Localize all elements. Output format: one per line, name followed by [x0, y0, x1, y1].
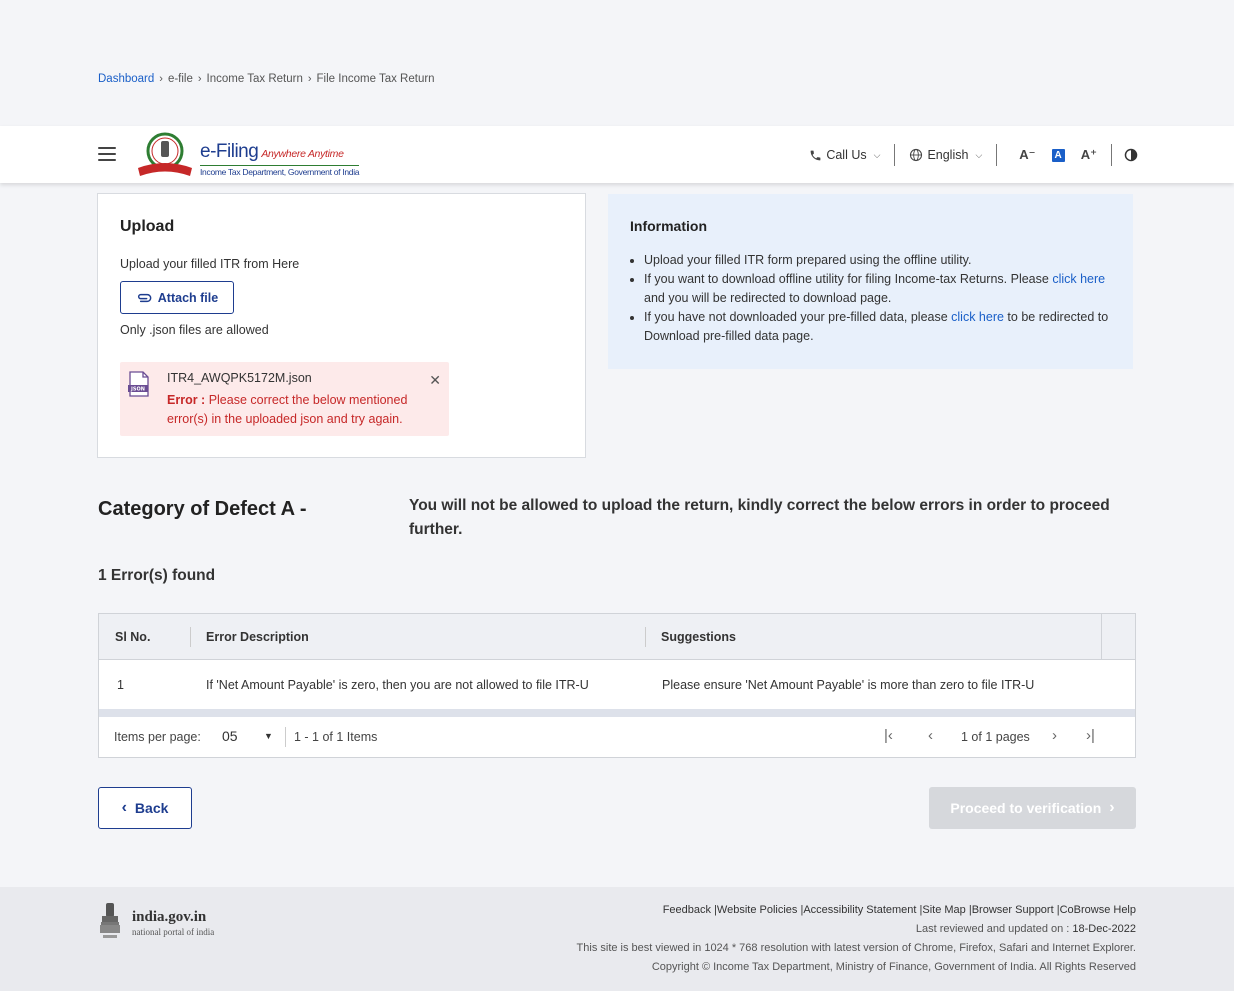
globe-icon: [910, 148, 923, 162]
national-emblem-icon: [100, 903, 120, 938]
proceed-label: Proceed to verification: [950, 800, 1102, 816]
logo-title: e-Filing Anywhere Anytime: [200, 141, 344, 162]
font-decrease-button[interactable]: A⁻: [1019, 147, 1035, 163]
info-item: Upload your filled ITR form prepared usi…: [644, 251, 1114, 270]
header-divider: [894, 144, 896, 166]
previous-page-icon[interactable]: ‹: [928, 727, 933, 744]
defect-category-title: Category of Defect A -: [98, 498, 307, 520]
upload-error-message: Error : Please correct the below mention…: [167, 393, 408, 426]
information-card: Information Upload your filled ITR form …: [608, 194, 1133, 369]
language-label: English: [927, 148, 969, 162]
table-pagination: Items per page: 05 ▼ 1 - 1 of 1 Items |‹…: [99, 717, 1135, 757]
contrast-icon[interactable]: [1124, 148, 1138, 162]
download-utility-link[interactable]: click here: [1052, 272, 1105, 286]
footer-links: Feedback |Website Policies |Accessibilit…: [662, 904, 1136, 916]
back-label: Back: [134, 800, 169, 816]
india-gov-logo[interactable]: india.gov.in national portal of india: [98, 901, 228, 941]
items-per-page-select[interactable]: 05: [222, 728, 238, 744]
footer-link-accessibility[interactable]: Accessibility Statement: [803, 904, 916, 916]
cell-sl-no: 1: [117, 678, 124, 692]
chevron-down-icon: ⌵: [975, 149, 983, 160]
india-gov-title: india.gov.in: [132, 909, 207, 925]
page-indicator: 1 of 1 pages: [961, 730, 1030, 744]
info-item: If you have not downloaded your pre-fill…: [644, 308, 1114, 346]
items-per-page-label: Items per page:: [114, 730, 201, 744]
breadcrumb-separator-icon: ›: [197, 73, 202, 85]
next-page-icon[interactable]: ›: [1052, 727, 1057, 744]
call-us-dropdown[interactable]: Call Us ⌵: [809, 148, 880, 162]
defect-message: You will not be allowed to upload the re…: [409, 497, 1110, 538]
footer-link-feedback[interactable]: Feedback: [663, 904, 711, 916]
breadcrumb-income-tax-return[interactable]: Income Tax Return: [207, 73, 303, 85]
back-button[interactable]: ‹ Back: [98, 787, 192, 829]
upload-title: Upload: [120, 218, 175, 235]
breadcrumb-efile[interactable]: e-file: [168, 73, 193, 85]
json-file-icon: JSON: [128, 371, 149, 397]
site-header: e-Filing Anywhere Anytime Income Tax Depa…: [0, 126, 1234, 183]
file-type-note: Only .json files are allowed: [120, 323, 269, 337]
language-dropdown[interactable]: English ⌵: [909, 148, 982, 162]
logo-subtitle: Income Tax Department, Government of Ind…: [200, 165, 360, 177]
first-page-icon[interactable]: |‹: [884, 727, 893, 744]
last-reviewed: Last reviewed and updated on : 18-Dec-20…: [915, 923, 1136, 935]
svg-text:JSON: JSON: [130, 387, 145, 393]
proceed-to-verification-button[interactable]: Proceed to verification ›: [929, 787, 1136, 829]
site-footer: india.gov.in national portal of india Fe…: [0, 887, 1234, 991]
footer-link-browser-support[interactable]: Browser Support: [972, 904, 1054, 916]
hamburger-menu-icon[interactable]: [98, 147, 116, 161]
header-divider: [1111, 144, 1112, 166]
chevron-right-icon: ›: [1109, 799, 1115, 816]
items-range: 1 - 1 of 1 Items: [294, 730, 378, 744]
information-title: Information: [630, 218, 707, 234]
header-divider: [996, 144, 998, 166]
footer-link-website-policies[interactable]: Website Policies: [717, 904, 798, 916]
chevron-left-icon: ‹: [121, 799, 127, 816]
close-icon[interactable]: ✕: [429, 372, 441, 389]
breadcrumb-current: File Income Tax Return: [316, 73, 435, 85]
attach-file-label: Attach file: [157, 290, 219, 305]
errors-table: Sl No. Error Description Suggestions 1 I…: [98, 613, 1136, 758]
upload-card: Upload Upload your filled ITR from Here …: [97, 193, 586, 458]
font-increase-button[interactable]: A⁺: [1081, 147, 1097, 163]
best-viewed-note: This site is best viewed in 1024 * 768 r…: [576, 942, 1136, 954]
breadcrumb-separator-icon: ›: [159, 73, 163, 85]
column-divider: [645, 627, 646, 647]
footer-link-cobrowse-help[interactable]: CoBrowse Help: [1060, 904, 1136, 916]
column-header-error-description: Error Description: [206, 630, 309, 644]
caret-down-icon[interactable]: ▼: [264, 731, 273, 741]
cell-suggestion: Please ensure 'Net Amount Payable' is mo…: [662, 678, 1035, 692]
table-header-filler: [1101, 614, 1135, 660]
call-us-label: Call Us: [826, 148, 867, 162]
font-normal-button[interactable]: A: [1051, 148, 1065, 162]
column-header-sl-no: Sl No.: [115, 630, 151, 644]
india-gov-subtitle: national portal of india: [132, 927, 215, 937]
information-list: Upload your filled ITR form prepared usi…: [644, 251, 1114, 346]
phone-icon: [810, 150, 821, 160]
efiling-logo[interactable]: e-Filing Anywhere Anytime Income Tax Depa…: [134, 132, 360, 178]
table-header: Sl No. Error Description Suggestions: [99, 614, 1101, 660]
paperclip-icon: [137, 293, 152, 302]
copyright: Copyright © Income Tax Department, Minis…: [651, 961, 1136, 973]
last-page-icon[interactable]: ›|: [1086, 727, 1095, 744]
horizontal-scrollbar[interactable]: [99, 709, 1135, 717]
breadcrumb-separator-icon: ›: [307, 73, 312, 85]
attach-file-button[interactable]: Attach file: [120, 281, 234, 314]
emblem-icon: [138, 132, 192, 176]
chevron-down-icon: ⌵: [873, 149, 881, 160]
errors-found-count: 1 Error(s) found: [98, 567, 216, 584]
breadcrumb-dashboard[interactable]: Dashboard: [98, 73, 154, 85]
footer-link-sitemap[interactable]: Site Map: [922, 904, 965, 916]
uploaded-file-error: JSON ITR4_AWQPK5172M.json ✕ Error : Plea…: [120, 362, 449, 436]
prefilled-data-link[interactable]: click here: [951, 310, 1004, 324]
breadcrumb: Dashboard › e-file › Income Tax Return ›…: [98, 73, 435, 85]
column-header-suggestions: Suggestions: [661, 630, 737, 644]
info-item: If you want to download offline utility …: [644, 270, 1114, 308]
column-divider: [190, 627, 191, 647]
cell-error-description: If 'Net Amount Payable' is zero, then yo…: [206, 678, 589, 692]
header-tools: Call Us ⌵ English ⌵ A⁻ A A⁺: [809, 144, 1138, 166]
uploaded-file-name: ITR4_AWQPK5172M.json: [167, 371, 312, 385]
upload-subtitle: Upload your filled ITR from Here: [120, 257, 300, 271]
pagination-divider: [285, 727, 286, 747]
